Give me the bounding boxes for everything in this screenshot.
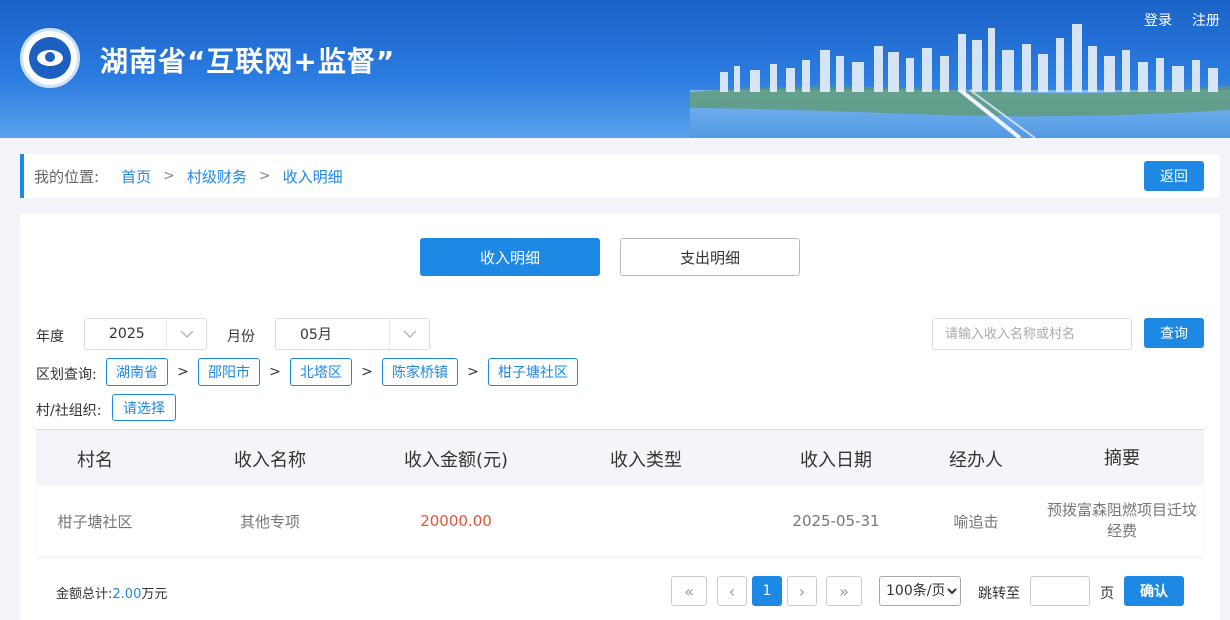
col-date: 收入日期 [800, 449, 872, 471]
prev-page-button[interactable]: ‹ [717, 576, 747, 606]
logo-pupil [45, 52, 55, 62]
breadcrumb-separator: > [163, 168, 175, 184]
region-community[interactable]: 柑子塘社区 [488, 358, 578, 386]
login-link[interactable]: 登录 [1144, 10, 1172, 30]
amount-total: 金额总计:2.00万元 [56, 583, 167, 602]
breadcrumb-label: 我的位置: [34, 167, 100, 186]
total-unit: 万元 [141, 587, 168, 602]
first-page-button[interactable]: « [671, 576, 707, 606]
col-amount: 收入金额(元) [403, 449, 509, 471]
confirm-button[interactable]: 确认 [1124, 576, 1184, 606]
total-label: 金额总计: [56, 587, 113, 602]
last-page-button[interactable]: » [826, 576, 862, 606]
cell-amount: 20000.00 [420, 512, 492, 530]
page-unit-label: 页 [1100, 586, 1114, 602]
site-logo[interactable] [20, 28, 80, 88]
cell-summary: 预拨富森阻燃项目迁坟经费 [1046, 501, 1197, 540]
jump-label: 跳转至 [978, 586, 1020, 602]
search-input[interactable] [932, 318, 1132, 350]
region-separator: > [269, 364, 281, 380]
breadcrumb-home[interactable]: 首页 [121, 166, 151, 187]
col-summary: 摘要 [1104, 448, 1140, 469]
page-size-select[interactable]: 100条/页 [879, 576, 961, 606]
region-district[interactable]: 北塔区 [290, 358, 352, 386]
jump-page-input[interactable] [1030, 576, 1090, 606]
chevron-down-icon [389, 319, 429, 349]
region-separator: > [177, 364, 189, 380]
breadcrumb-income-detail[interactable]: 收入明细 [283, 166, 343, 187]
col-type: 收入类型 [610, 449, 682, 471]
city-skyline-banner [690, 24, 1230, 138]
site-header: 湖南省“互联网+监督” 登录 注册 [0, 0, 1230, 138]
next-page-button[interactable]: › [787, 576, 817, 606]
cell-type [546, 486, 746, 556]
breadcrumb-separator: > [258, 168, 271, 184]
table-header: 村名 收入名称 收入金额(元) 收入类型 收入日期 经办人 摘要 [36, 429, 1204, 486]
region-city[interactable]: 邵阳市 [198, 358, 260, 386]
breadcrumb-village-finance[interactable]: 村级财务 [187, 166, 247, 187]
year-value: 2025 [109, 326, 145, 342]
month-label: 月份 [227, 329, 255, 345]
query-button[interactable]: 查询 [1144, 318, 1204, 348]
region-separator: > [467, 364, 479, 380]
year-label: 年度 [36, 329, 64, 345]
region-separator: > [361, 364, 373, 380]
region-town[interactable]: 陈家桥镇 [382, 358, 458, 386]
col-village: 村名 [77, 449, 113, 471]
page-1-button[interactable]: 1 [752, 576, 782, 606]
total-value: 2.00 [112, 587, 142, 602]
month-value: 05月 [300, 327, 332, 343]
site-title: 湖南省“互联网+监督” [100, 45, 396, 78]
col-handler: 经办人 [949, 449, 1003, 471]
main-panel: 收入明细 支出明细 年度 2025 月份 05月 查询 区划查询: 湖南省 > … [20, 214, 1220, 620]
table-row[interactable]: 柑子塘社区 其他专项 20000.00 2025-05-31 喻追击 预拨富森阻… [36, 486, 1204, 556]
register-link[interactable]: 注册 [1192, 10, 1220, 30]
tab-income-detail[interactable]: 收入明细 [420, 238, 600, 276]
back-button[interactable]: 返回 [1144, 161, 1204, 191]
top-links: 登录 注册 [1144, 10, 1220, 30]
cell-date: 2025-05-31 [792, 512, 880, 530]
cell-village: 柑子塘社区 [57, 512, 133, 531]
col-income-name: 收入名称 [234, 449, 306, 471]
month-select[interactable]: 05月 [275, 318, 430, 350]
breadcrumb: 我的位置: 首页 > 村级财务 > 收入明细 返回 [20, 154, 1220, 198]
chevron-down-icon [166, 319, 206, 349]
tab-expense-detail[interactable]: 支出明细 [620, 238, 800, 276]
cell-handler: 喻追击 [953, 512, 999, 531]
cell-income-name: 其他专项 [239, 512, 300, 531]
year-select[interactable]: 2025 [84, 318, 207, 350]
org-label: 村/社组织: [36, 403, 102, 419]
region-province[interactable]: 湖南省 [106, 358, 168, 386]
org-select-button[interactable]: 请选择 [112, 394, 176, 421]
region-label: 区划查询: [36, 367, 97, 383]
income-table: 村名 收入名称 收入金额(元) 收入类型 收入日期 经办人 摘要 柑子塘社区 其… [36, 429, 1204, 556]
region-selector: 湖南省 > 邵阳市 > 北塔区 > 陈家桥镇 > 柑子塘社区 [106, 358, 578, 386]
